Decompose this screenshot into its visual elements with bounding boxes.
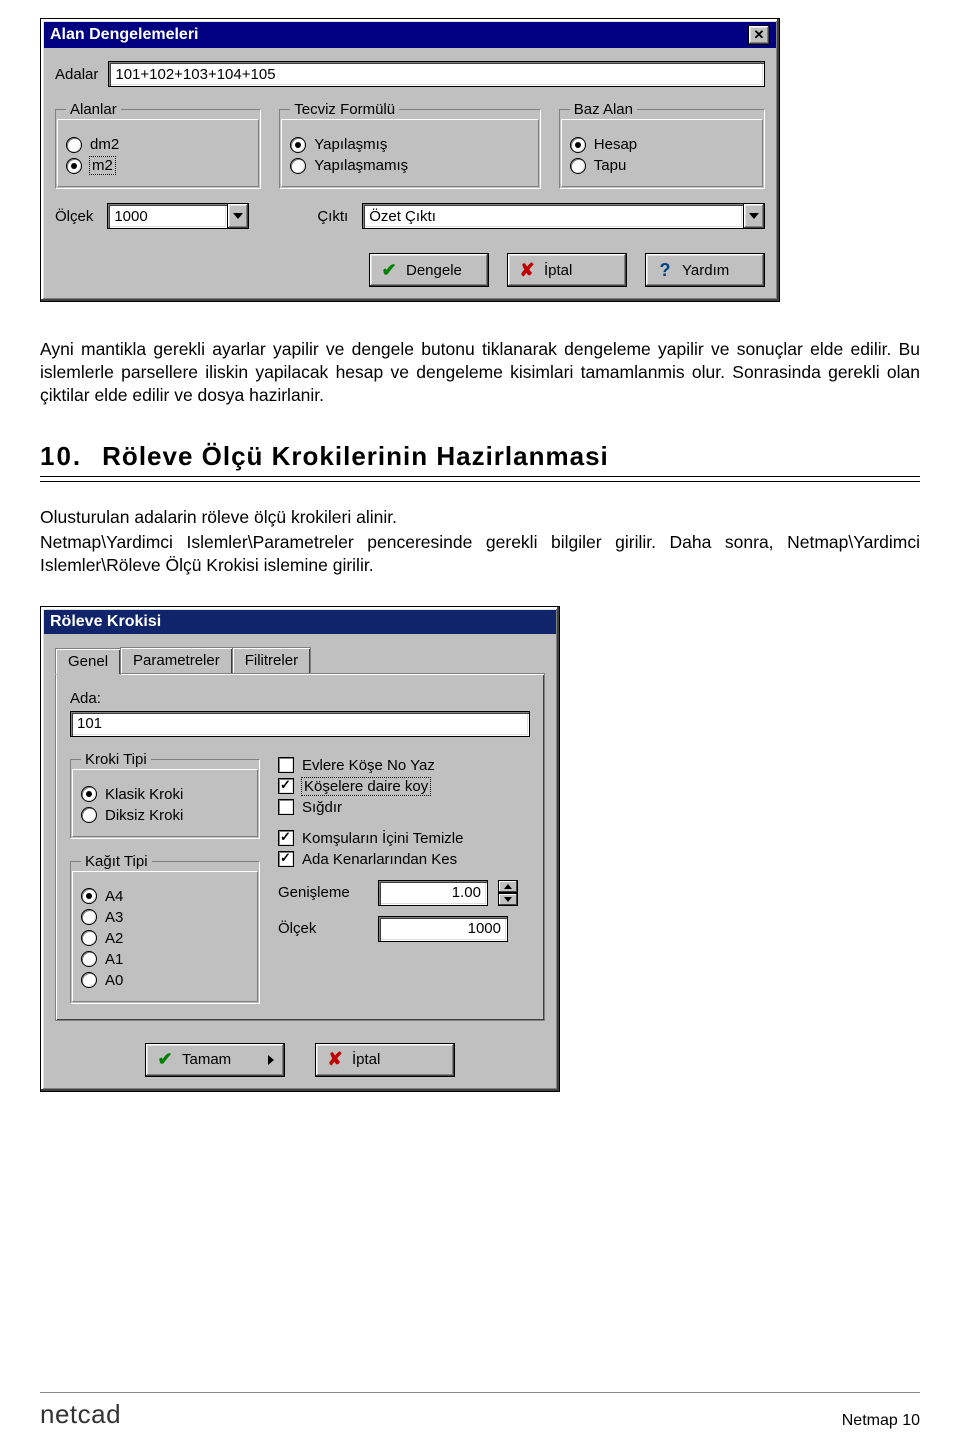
baz-hesap-radio[interactable]: Hesap [570, 136, 754, 153]
question-icon: ? [656, 261, 674, 279]
adalar-label: Adalar [55, 66, 98, 83]
olcek1-combo[interactable] [107, 203, 249, 229]
page-footer: netcad Netmap 10 [40, 1392, 920, 1430]
chevron-down-icon[interactable] [743, 203, 765, 229]
x-icon: ✘ [518, 261, 536, 279]
check-sigdir[interactable]: Sığdır [278, 799, 530, 816]
alanlar-m2-radio[interactable]: m2 [66, 157, 250, 174]
chevron-down-icon[interactable] [227, 203, 249, 229]
genisleme-spinner[interactable] [498, 880, 518, 906]
chevron-down-icon[interactable] [498, 893, 518, 906]
baz-tapu-radio[interactable]: Tapu [570, 157, 754, 174]
heading-rule [40, 476, 920, 477]
kagit-a1-radio[interactable]: A1 [81, 951, 249, 968]
tamam-button[interactable]: ✔ Tamam [145, 1043, 285, 1077]
close-icon[interactable]: ✕ [748, 25, 770, 45]
yardim-button[interactable]: ? Yardım [645, 253, 765, 287]
dialog2-titlebar[interactable]: Röleve Krokisi [44, 610, 556, 634]
iptal2-button[interactable]: ✘ İptal [315, 1043, 455, 1077]
cikti-input[interactable] [362, 203, 743, 229]
tab-genel[interactable]: Genel [55, 648, 121, 675]
cikti-combo[interactable] [362, 203, 765, 229]
check-komsu[interactable]: Komşuların İçini Temizle [278, 830, 530, 847]
kagit-a4-radio[interactable]: A4 [81, 888, 249, 905]
olcek1-input[interactable] [107, 203, 227, 229]
section-heading: 10. Röleve Ölçü Krokilerinin Hazirlanmas… [40, 441, 920, 472]
genisleme-input[interactable] [378, 880, 488, 906]
iptal-button[interactable]: ✘ İptal [507, 253, 627, 287]
paragraph-1: Ayni mantikla gerekli ayarlar yapilir ve… [40, 338, 920, 407]
ada-input[interactable] [70, 711, 530, 737]
baz-legend: Baz Alan [570, 101, 637, 118]
heading-rule-2 [40, 481, 920, 482]
check-icon: ✔ [380, 261, 398, 279]
paragraph-2b: Netmap\Yardimci Islemler\Parametreler pe… [40, 531, 920, 577]
kagit-tipi-group: Kağıt Tipi A4 A3 A2 A1 A0 [70, 853, 260, 1004]
alanlar-dm2-radio[interactable]: dm2 [66, 136, 250, 153]
chevron-up-icon[interactable] [498, 880, 518, 893]
check-evlere[interactable]: Evlere Köşe No Yaz [278, 757, 530, 774]
kagit-a3-radio[interactable]: A3 [81, 909, 249, 926]
kagit-a0-radio[interactable]: A0 [81, 972, 249, 989]
kroki-diksiz-radio[interactable]: Diksiz Kroki [81, 807, 249, 824]
check-koselere[interactable]: Köşelere daire koy [278, 778, 530, 795]
kroki-legend: Kroki Tipi [81, 751, 151, 768]
heading-text: Röleve Ölçü Krokilerinin Hazirlanmasi [102, 441, 609, 472]
paragraph-2a: Olusturulan adalarin röleve ölçü krokile… [40, 506, 920, 529]
check-kenar[interactable]: Ada Kenarlarından Kes [278, 851, 530, 868]
x-icon: ✘ [326, 1051, 344, 1069]
tecviz-legend: Tecviz Formülü [290, 101, 399, 118]
olcek1-label: Ölçek [55, 208, 93, 225]
alanlar-legend: Alanlar [66, 101, 121, 118]
tab-filtreler[interactable]: Filitreler [232, 647, 311, 674]
tab-panel-genel: Ada: Kroki Tipi Klasik Kroki Diksiz Krok… [55, 673, 545, 1021]
heading-number: 10. [40, 441, 82, 472]
olcek2-input[interactable] [378, 916, 508, 942]
page-number: Netmap 10 [842, 1412, 920, 1430]
dialog1-title: Alan Dengelemeleri [50, 26, 199, 44]
kagit-legend: Kağıt Tipi [81, 853, 152, 870]
adalar-input[interactable] [108, 61, 765, 87]
baz-group: Baz Alan Hesap Tapu [559, 101, 765, 189]
tecviz-group: Tecviz Formülü Yapılaşmış Yapılaşmamış [279, 101, 541, 189]
tab-parametreler[interactable]: Parametreler [120, 647, 233, 674]
cikti-label: Çıktı [317, 208, 348, 225]
dengele-button[interactable]: ✔ Dengele [369, 253, 489, 287]
olcek2-label: Ölçek [278, 920, 368, 937]
alan-dengelemeleri-dialog: Alan Dengelemeleri ✕ Adalar Alanlar dm2 … [40, 18, 780, 302]
brand-logo: netcad [40, 1399, 121, 1430]
dialog2-title: Röleve Krokisi [50, 613, 161, 631]
tecviz-yapilasmamis-radio[interactable]: Yapılaşmamış [290, 157, 530, 174]
check-icon: ✔ [156, 1051, 174, 1069]
tabs: Genel Parametreler Filitreler [55, 647, 545, 674]
roleve-krokisi-dialog: Röleve Krokisi Genel Parametreler Filitr… [40, 606, 560, 1092]
tecviz-yapilasmis-radio[interactable]: Yapılaşmış [290, 136, 530, 153]
ada-label: Ada: [70, 690, 530, 707]
kagit-a2-radio[interactable]: A2 [81, 930, 249, 947]
kroki-tipi-group: Kroki Tipi Klasik Kroki Diksiz Kroki [70, 751, 260, 839]
dialog1-titlebar[interactable]: Alan Dengelemeleri ✕ [44, 22, 776, 48]
alanlar-group: Alanlar dm2 m2 [55, 101, 261, 189]
kroki-klasik-radio[interactable]: Klasik Kroki [81, 786, 249, 803]
chevron-right-icon [268, 1055, 274, 1065]
genisleme-label: Genişleme [278, 884, 368, 901]
